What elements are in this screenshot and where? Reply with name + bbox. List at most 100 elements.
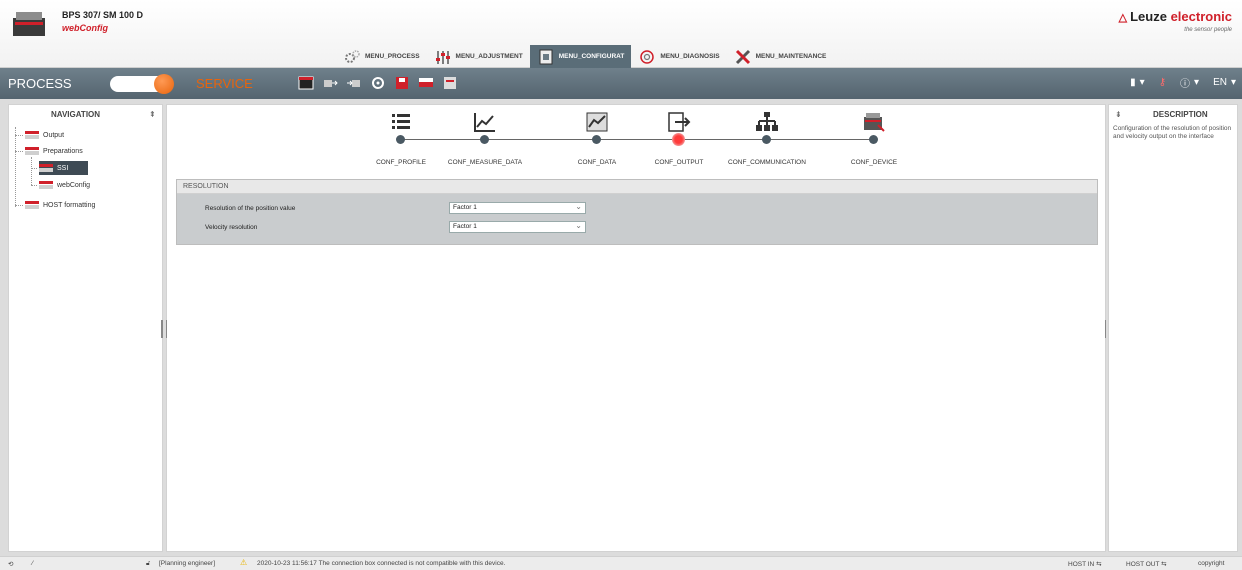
pin-icon[interactable]: ⇞ <box>149 110 156 119</box>
pin-icon[interactable]: ⇟ <box>1115 110 1122 119</box>
monitor-icon[interactable] <box>298 75 314 91</box>
device-icon <box>864 113 885 132</box>
nav-item-preparations[interactable]: Preparations <box>25 144 83 158</box>
clipboard-icon <box>539 49 553 64</box>
resize-handle[interactable] <box>161 320 163 338</box>
tab-menu-configuration[interactable]: MENU_CONFIGURAT <box>529 45 632 68</box>
step-label: CONF_OUTPUT <box>654 159 704 166</box>
nav-item-webconfig[interactable]: webConfig <box>39 178 90 192</box>
host-in-label: HOST IN <box>1068 561 1095 568</box>
nav-item-label: webConfig <box>57 181 91 189</box>
velocity-resolution-select[interactable]: Factor 1 ⌄ <box>449 221 586 233</box>
position-resolution-select[interactable]: Factor 1 ⌄ <box>449 202 586 214</box>
process-mode-label: PROCESS <box>8 76 72 91</box>
device-name: BPS 307/ SM 100 D <box>62 10 144 20</box>
output-arrow-icon <box>668 112 691 132</box>
tab-label: MENU_DIAGNOSIS <box>660 53 720 60</box>
tab-menu-maintenance[interactable]: MENU_MAINTENANCE <box>727 45 834 68</box>
description-text: Configuration of the resolution of posit… <box>1113 125 1232 140</box>
tree-connector <box>31 157 32 185</box>
refresh-icon[interactable]: ⟲ <box>8 560 13 568</box>
language-menu[interactable]: EN ▾ <box>1213 77 1236 88</box>
app-name: webConfig <box>62 23 108 33</box>
step-label: CONF_DEVICE <box>850 159 898 166</box>
step-conf-communication[interactable]: CONF_COMMUNICATION <box>717 105 817 175</box>
resolution-panel: RESOLUTION Resolution of the position va… <box>176 179 1098 245</box>
resize-handle[interactable] <box>166 320 168 338</box>
status-bar: ⟲ ⁄ 🔓︎ [Planning engineer] ⚠ 2020-10-23 … <box>0 556 1242 570</box>
tree-connector <box>15 127 16 207</box>
folder-icon <box>25 131 39 139</box>
warning-icon: ⚠ <box>240 558 248 567</box>
folder-icon <box>39 164 53 172</box>
pencil-icon[interactable]: ⁄ <box>32 560 33 567</box>
resolution-title: RESOLUTION <box>177 180 1097 194</box>
download-device-icon[interactable] <box>346 75 362 91</box>
service-mode-label: SERVICE <box>196 76 253 91</box>
toolbar: PROCESS SERVICE ▮ ▾ ⚷ ⓘ ▾ EN ▾ <box>0 68 1242 99</box>
velocity-resolution-row: Velocity resolution <box>205 220 257 234</box>
connection-icon: ⇆ <box>1161 561 1167 568</box>
step-conf-measure-data[interactable]: CONF_MEASURE_DATA <box>435 105 535 175</box>
nav-item-label: HOST formatting <box>43 201 96 209</box>
language-label: EN <box>1213 77 1227 88</box>
resize-handle[interactable] <box>1105 320 1107 338</box>
chevron-down-icon: ▾ <box>1194 77 1200 88</box>
reset-icon[interactable] <box>370 75 386 91</box>
chevron-down-icon: ▾ <box>1139 77 1145 88</box>
info-menu[interactable]: ⓘ ▾ <box>1180 75 1199 90</box>
tab-menu-adjustment[interactable]: MENU_ADJUSTMENT <box>427 45 530 68</box>
tree-connector <box>31 185 37 186</box>
user-key-icon: ⚷ <box>1158 77 1167 88</box>
folder-icon <box>39 181 53 189</box>
step-dot <box>396 135 405 144</box>
nav-item-host-formatting[interactable]: HOST formatting <box>25 198 95 212</box>
save-icon[interactable] <box>394 75 410 91</box>
exit-icon: ▮ <box>1130 77 1136 88</box>
lock-icon: 🔓︎ <box>146 560 151 567</box>
field-label: Resolution of the position value <box>205 204 296 212</box>
description-title: DESCRIPTION <box>1153 110 1208 119</box>
device-icon <box>13 12 45 36</box>
info-icon: ⓘ <box>1180 79 1191 90</box>
step-dot <box>762 135 771 144</box>
brand-tagline: the sensor people <box>1184 27 1232 33</box>
nav-item-ssi[interactable]: SSI <box>39 161 89 175</box>
main-menu: MENU_PROCESS MENU_ADJUSTMENT MENU_CONFIG… <box>336 45 833 68</box>
nav-item-output[interactable]: Output <box>25 128 64 142</box>
tree-connector <box>15 151 23 152</box>
document-icon[interactable] <box>442 75 458 91</box>
tab-label: MENU_MAINTENANCE <box>755 53 827 60</box>
position-resolution-row: Resolution of the position value <box>205 201 295 215</box>
tree-connector <box>15 205 23 206</box>
network-icon <box>756 112 778 131</box>
step-dot <box>480 135 489 144</box>
upload-device-icon[interactable] <box>322 75 338 91</box>
line-chart-icon <box>474 113 495 132</box>
config-steps: CONF_PROFILE CONF_MEASURE_DATA CONF_DATA… <box>167 105 1107 175</box>
navigation-title: NAVIGATION <box>51 110 101 119</box>
mode-toggle[interactable] <box>110 74 174 94</box>
step-dot <box>869 135 878 144</box>
navigation-panel: NAVIGATION ⇞ Output Preparations SSI web… <box>8 104 163 552</box>
main-content: CONF_PROFILE CONF_MEASURE_DATA CONF_DATA… <box>166 104 1106 552</box>
connection-icon: ⇆ <box>1096 561 1102 568</box>
step-conf-output[interactable]: CONF_OUTPUT <box>629 105 729 175</box>
exit-menu[interactable]: ▮ ▾ <box>1130 77 1145 88</box>
chart-image-icon <box>586 112 608 132</box>
user-menu[interactable]: ⚷ <box>1159 77 1166 88</box>
brand-logo: △ Leuze electronic <box>1119 9 1232 24</box>
step-conf-device[interactable]: CONF_DEVICE <box>824 105 924 175</box>
nav-item-label: Output <box>43 131 65 139</box>
description-panel: ⇟ DESCRIPTION Configuration of the resol… <box>1105 104 1238 552</box>
chevron-down-icon: ▾ <box>1230 77 1236 88</box>
copyright-link[interactable]: copyright <box>1198 560 1224 567</box>
status-message: 2020-10-23 11:56:17 The connection box c… <box>257 560 506 567</box>
tab-menu-process[interactable]: MENU_PROCESS <box>336 45 427 68</box>
step-dot-active <box>672 133 685 146</box>
toolbar-actions <box>298 75 458 91</box>
brand-triangle-icon: △ <box>1118 12 1128 24</box>
toolbar-right: ▮ ▾ ⚷ ⓘ ▾ EN ▾ <box>1130 75 1236 90</box>
flag-icon[interactable] <box>418 75 434 91</box>
tab-menu-diagnosis[interactable]: MENU_DIAGNOSIS <box>631 45 726 68</box>
